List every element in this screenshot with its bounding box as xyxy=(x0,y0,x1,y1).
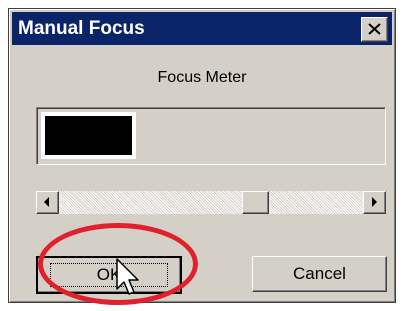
close-button[interactable] xyxy=(361,17,388,42)
dialog-title: Manual Focus xyxy=(18,18,145,39)
arrow-right-icon xyxy=(372,197,377,207)
manual-focus-dialog: Manual Focus Focus Meter OK Cancel xyxy=(8,8,396,303)
ok-button[interactable]: OK xyxy=(36,256,182,294)
focus-slider[interactable] xyxy=(36,191,386,214)
focus-meter xyxy=(36,107,386,165)
cancel-button[interactable]: Cancel xyxy=(252,256,387,292)
arrow-left-icon xyxy=(44,197,49,207)
scroll-left-button[interactable] xyxy=(36,191,59,214)
slider-thumb[interactable] xyxy=(242,191,269,214)
title-bar[interactable]: Manual Focus xyxy=(12,12,392,45)
mouse-cursor-icon xyxy=(116,258,139,295)
close-icon xyxy=(368,23,381,35)
focus-meter-bar xyxy=(41,112,136,159)
cancel-button-label: Cancel xyxy=(293,264,346,283)
focus-meter-label: Focus Meter xyxy=(157,69,247,86)
scroll-right-button[interactable] xyxy=(363,191,386,214)
